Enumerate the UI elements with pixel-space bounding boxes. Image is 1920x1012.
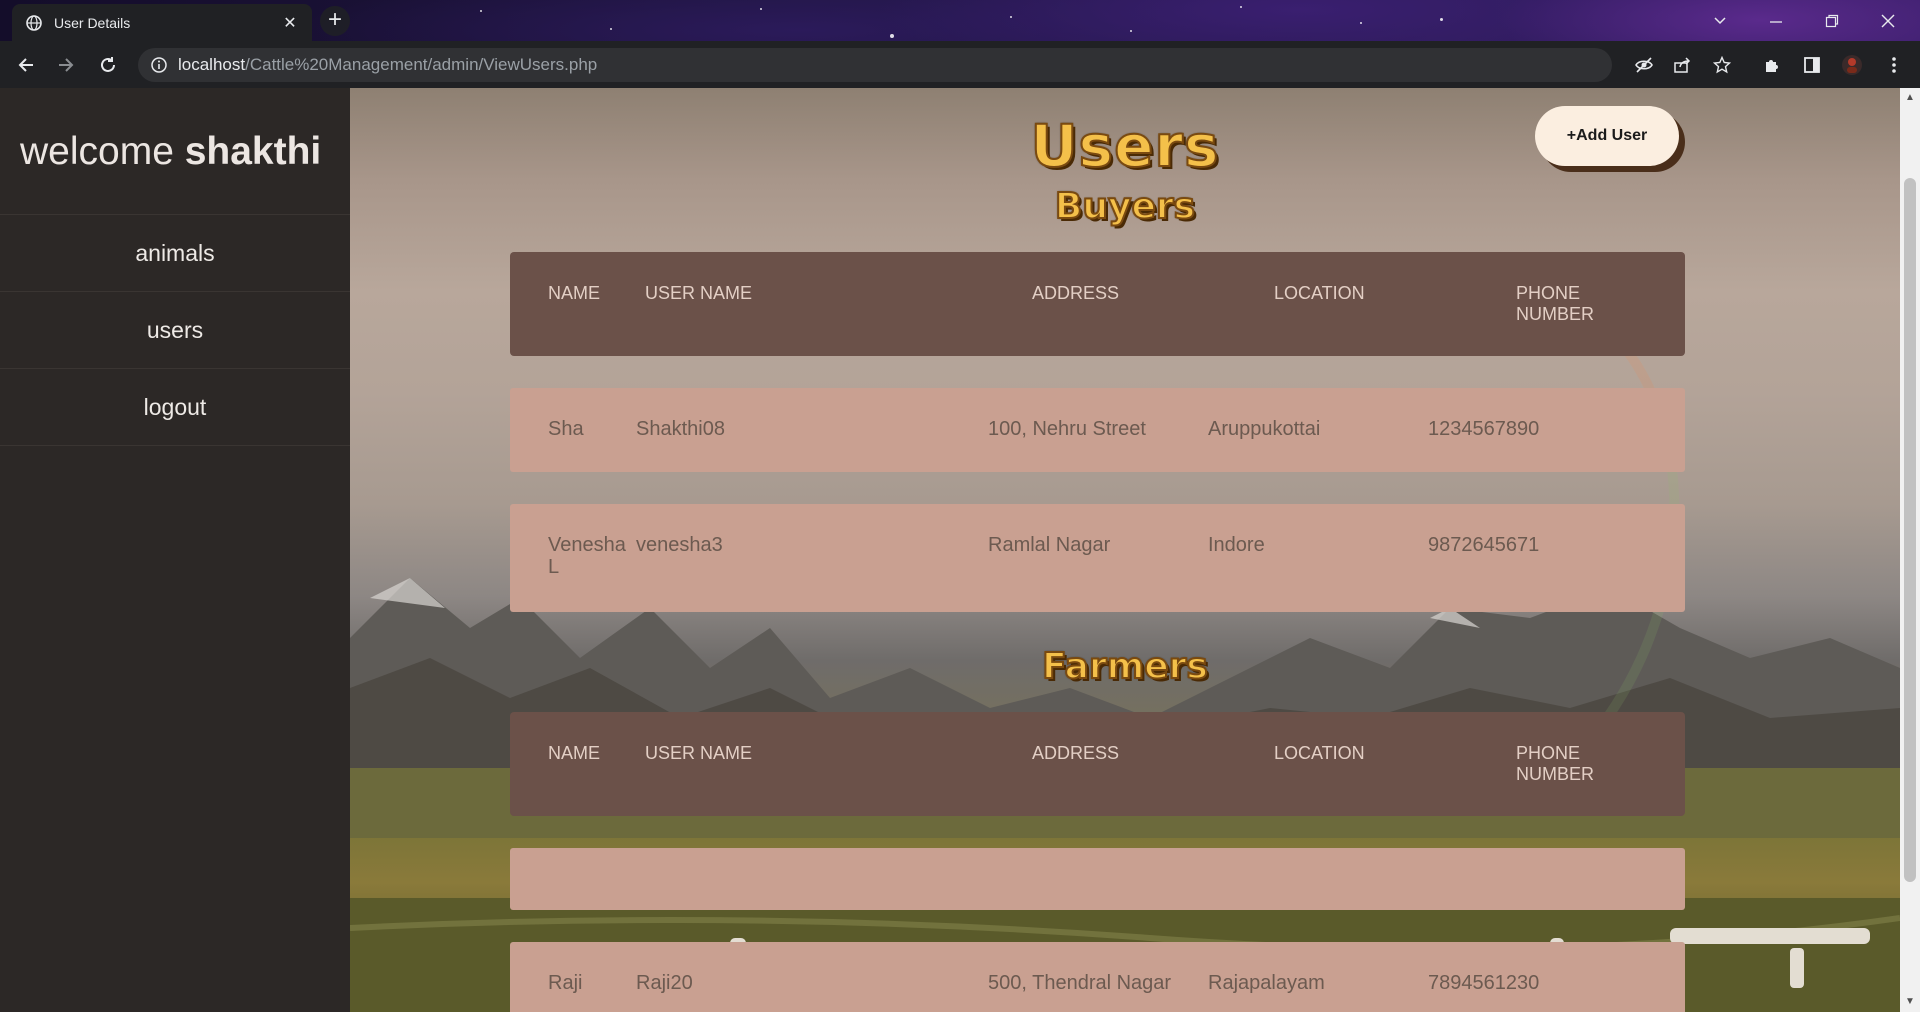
cell-name: Sha (548, 418, 584, 440)
username: shakthi (184, 130, 322, 173)
back-icon[interactable] (10, 49, 42, 81)
extensions-puzzle-icon[interactable] (1756, 49, 1788, 81)
farmer-row: Raji Raji20 500, Thendral Nagar Rajapala… (510, 942, 1685, 1012)
buyer-row: Venesha L venesha3 Ramlal Nagar Indore 9… (510, 504, 1685, 612)
tab-search-icon[interactable] (1692, 0, 1748, 41)
main-content: Users +Add User Buyers NAME USER NAME AD… (350, 88, 1900, 1012)
scroll-down-arrow-icon[interactable]: ▼ (1900, 994, 1920, 1010)
reload-icon[interactable] (92, 49, 124, 81)
welcome-heading: welcome shakthi (0, 88, 350, 215)
column-header-location: LOCATION (1274, 743, 1365, 763)
cell-phone: 9872645671 (1428, 534, 1540, 556)
site-info-icon[interactable] (150, 56, 168, 74)
column-header-name: NAME (548, 283, 601, 303)
column-header-username: USER NAME (645, 283, 753, 303)
cell-phone: 7894561230 (1428, 972, 1540, 994)
sidebar-item-users[interactable]: users (0, 292, 350, 369)
tab-title: User Details (54, 14, 131, 31)
add-user-button[interactable]: +Add User (1535, 106, 1679, 166)
column-header-phone: PHONE NUMBER (1516, 743, 1595, 784)
buyer-row: Sha Shakthi08 100, Nehru Street Aruppuko… (510, 388, 1685, 472)
buyers-table-header: NAME USER NAME ADDRESS LOCATION PHONE NU… (510, 252, 1685, 356)
tab-user-details[interactable]: User Details ✕ (12, 4, 312, 41)
farmer-row-empty (510, 848, 1685, 910)
scrollbar-thumb[interactable] (1904, 178, 1916, 882)
cell-phone: 1234567890 (1428, 418, 1540, 440)
bookmark-star-icon[interactable] (1706, 48, 1738, 82)
cell-location: Indore (1208, 534, 1265, 556)
cell-name: Venesha L (548, 534, 626, 578)
new-tab-button[interactable]: + (320, 6, 350, 36)
vertical-scrollbar[interactable]: ▲ ▼ (1900, 88, 1920, 1012)
cell-location: Rajapalayam (1208, 972, 1325, 994)
url-text: localhost/Cattle%20Management/admin/View… (178, 55, 598, 74)
cell-username: venesha3 (636, 534, 723, 556)
profile-avatar-icon[interactable] (1836, 49, 1868, 81)
browser-tab-strip: User Details ✕ + (0, 0, 1920, 41)
scroll-up-arrow-icon[interactable]: ▲ (1900, 90, 1920, 106)
restore-button[interactable] (1804, 0, 1860, 41)
farmers-table-header: NAME USER NAME ADDRESS LOCATION PHONE NU… (510, 712, 1685, 816)
cell-location: Aruppukottai (1208, 418, 1321, 440)
browser-menu-icon[interactable] (1878, 49, 1910, 81)
close-window-button[interactable] (1860, 0, 1916, 41)
close-tab-icon[interactable]: ✕ (280, 13, 300, 33)
cell-address: Ramlal Nagar (988, 534, 1111, 556)
cell-name: Raji (548, 972, 583, 994)
column-header-name: NAME (548, 743, 601, 763)
column-header-address: ADDRESS (1032, 743, 1120, 763)
cell-address: 100, Nehru Street (988, 418, 1146, 440)
sidebar: welcome shakthi animals users logout (0, 88, 350, 1012)
column-header-location: LOCATION (1274, 283, 1365, 303)
cell-username: Raji20 (636, 972, 693, 994)
side-panel-icon[interactable] (1796, 49, 1828, 81)
address-bar[interactable]: localhost/Cattle%20Management/admin/View… (138, 48, 1612, 82)
minimize-button[interactable] (1748, 0, 1804, 41)
farmers-heading: Farmers (1041, 645, 1209, 688)
buyers-heading: Buyers (1054, 185, 1196, 228)
forward-icon[interactable] (50, 49, 82, 81)
column-header-phone: PHONE NUMBER (1516, 283, 1595, 324)
globe-icon (26, 14, 42, 31)
cell-address: 500, Thendral Nagar (988, 972, 1172, 994)
column-header-username: USER NAME (645, 743, 753, 763)
browser-toolbar: localhost/Cattle%20Management/admin/View… (0, 41, 1920, 88)
sidebar-item-animals[interactable]: animals (0, 215, 350, 292)
column-header-address: ADDRESS (1032, 283, 1120, 303)
sidebar-item-logout[interactable]: logout (0, 369, 350, 446)
cell-username: Shakthi08 (636, 418, 725, 440)
eye-off-icon[interactable] (1628, 48, 1660, 82)
share-icon[interactable] (1666, 48, 1698, 82)
